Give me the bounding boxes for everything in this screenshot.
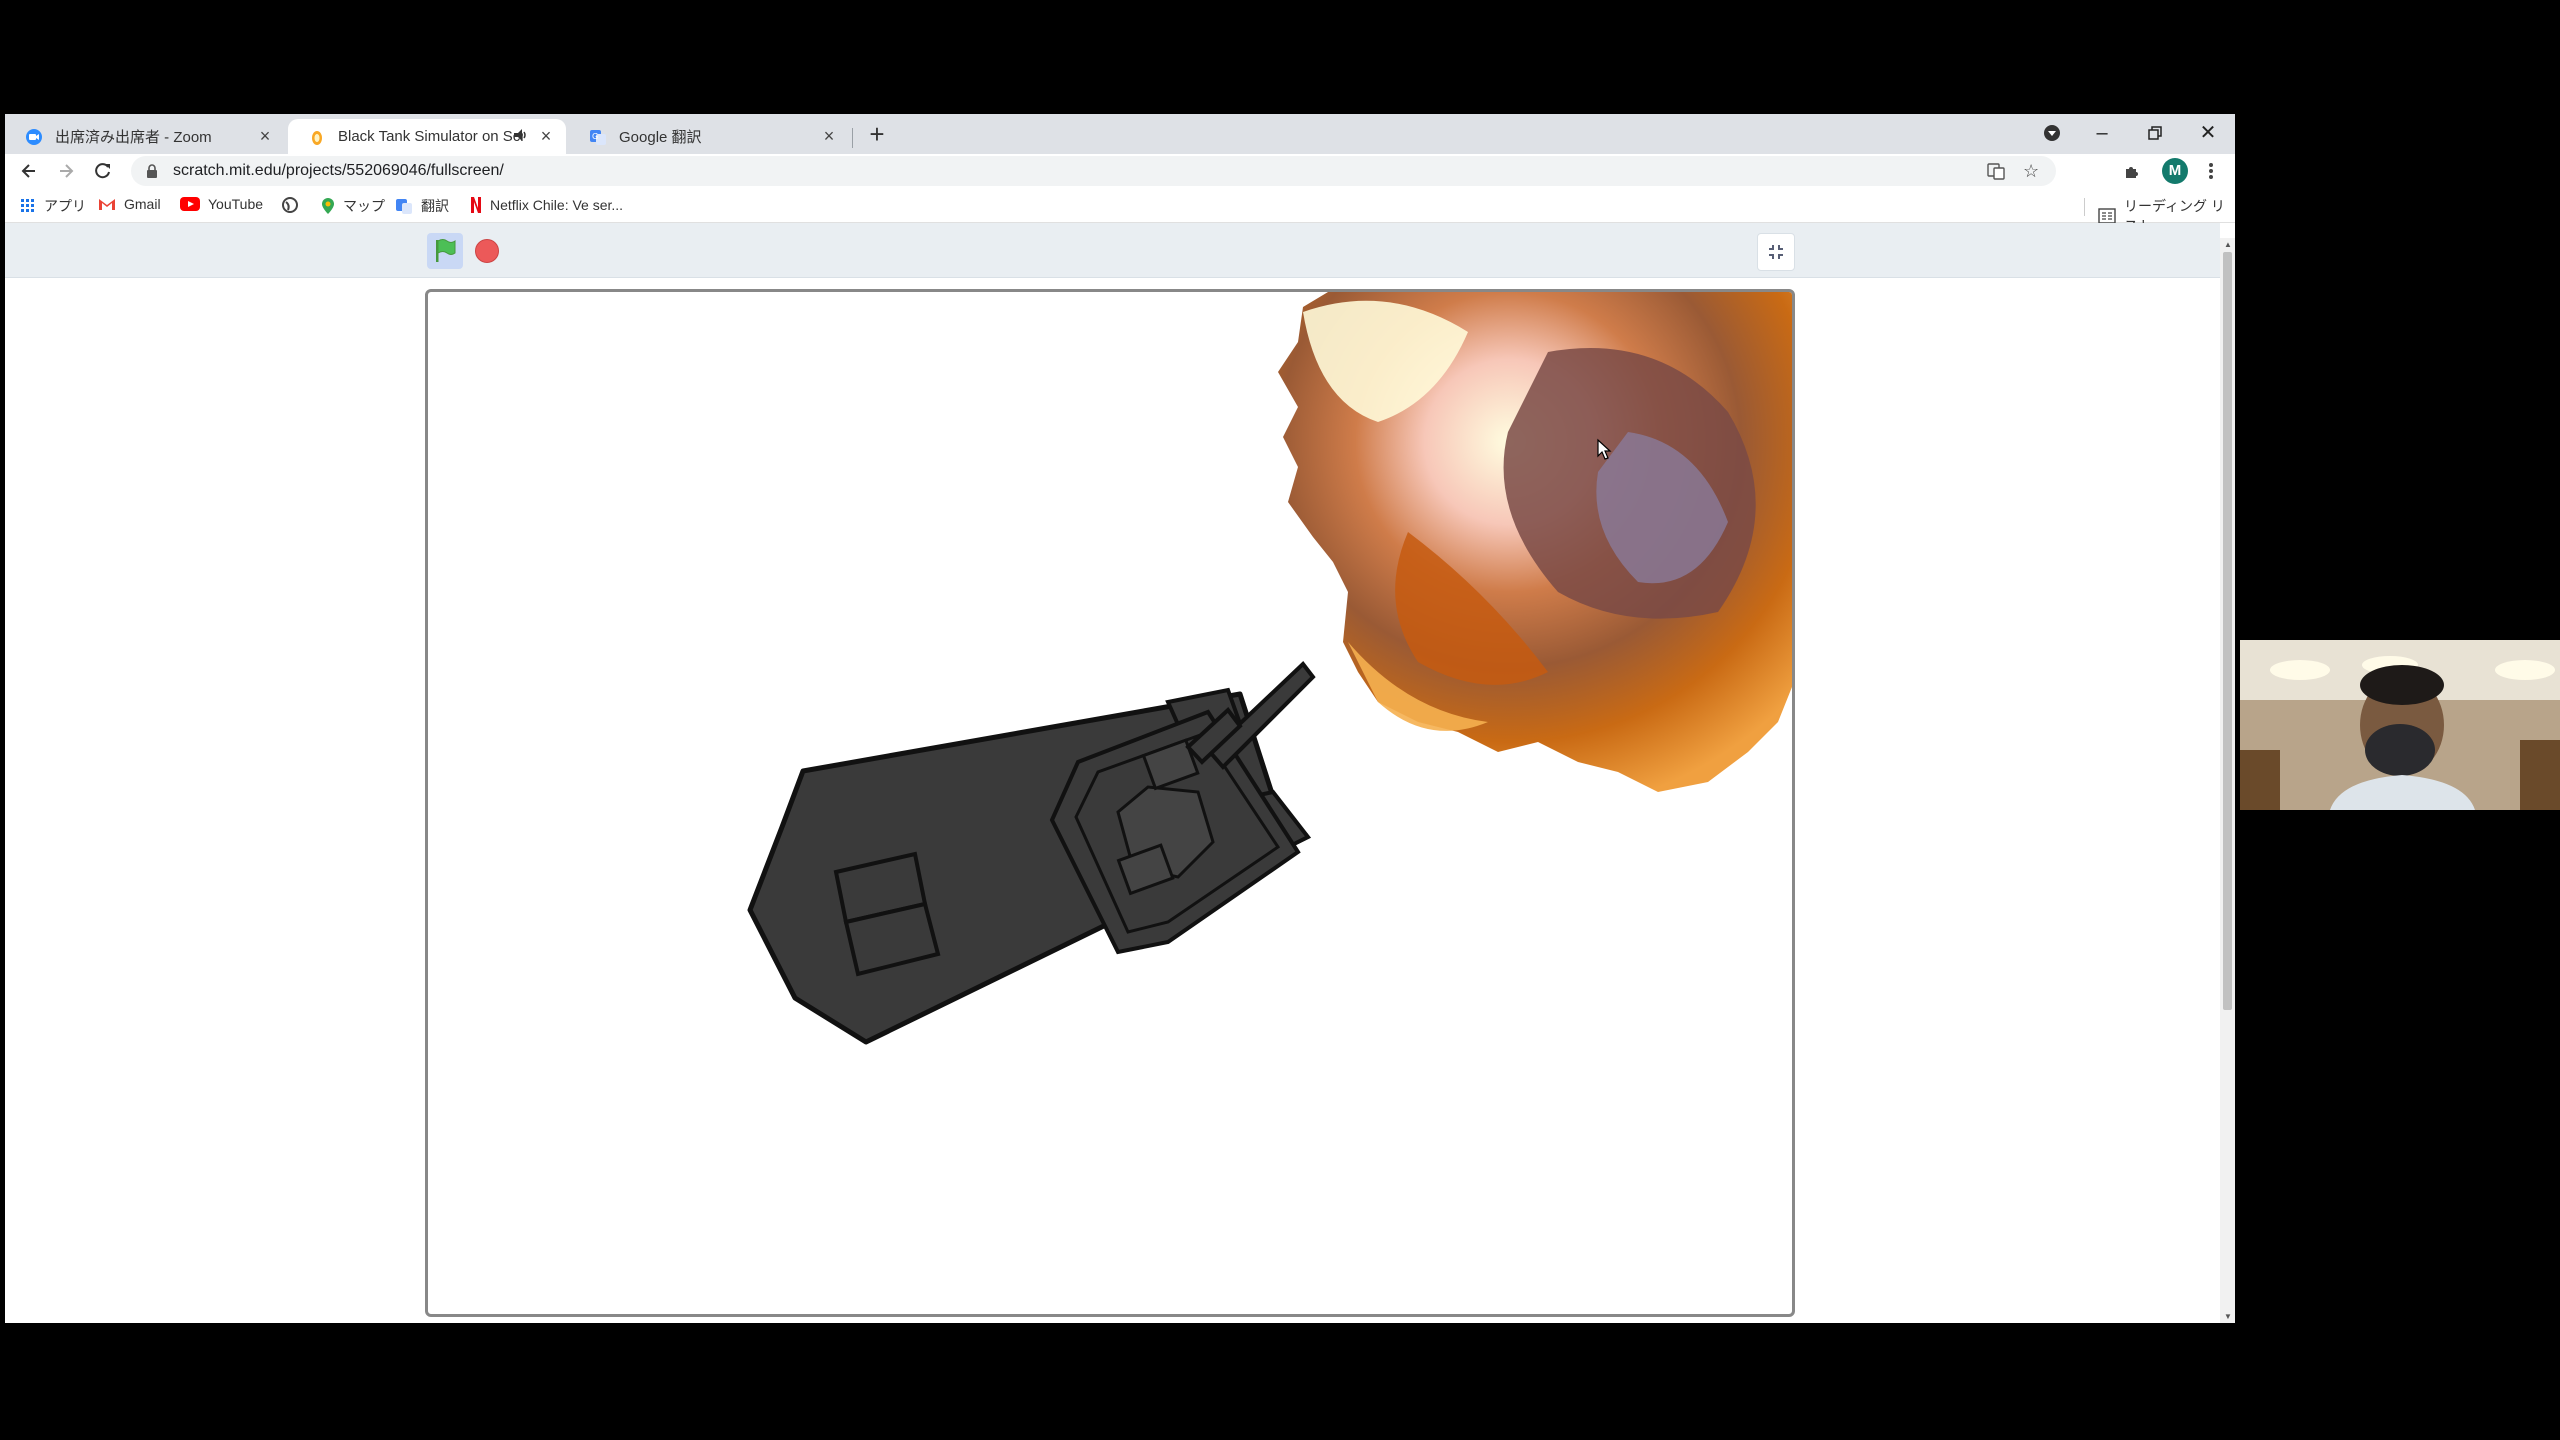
zoom-icon [25, 128, 43, 146]
black-tank-sprite [747, 661, 1316, 1045]
lock-icon[interactable] [145, 163, 159, 184]
tab-title: 出席済み出席者 - Zoom [55, 129, 212, 146]
tab-search-button[interactable] [2035, 118, 2069, 148]
close-tab-icon[interactable]: × [819, 126, 839, 146]
scrollbar-thumb[interactable] [2223, 252, 2232, 1010]
bookmarks-divider [2084, 198, 2085, 216]
exit-fullscreen-button[interactable] [1757, 233, 1795, 271]
close-tab-icon[interactable]: × [255, 126, 275, 146]
maps-pin-icon [321, 197, 335, 215]
bookmark-label: 翻訳 [421, 198, 449, 214]
youtube-icon [180, 197, 200, 211]
bookmark-globe[interactable] [281, 196, 307, 214]
bookmark-label: マップ [343, 198, 385, 214]
tab-title: Black Tank Simulator on Scra [338, 128, 523, 145]
forward-button[interactable] [52, 157, 80, 185]
close-window-button[interactable]: ✕ [2191, 118, 2225, 148]
new-tab-button[interactable]: + [863, 121, 891, 149]
bookmark-translate[interactable]: 翻訳 [395, 196, 449, 216]
profile-avatar[interactable]: M [2162, 158, 2188, 184]
browser-window: 出席済み出席者 - Zoom × Black Tank Simulator on… [5, 114, 2235, 1323]
green-flag-icon [436, 239, 456, 262]
restore-button[interactable] [2138, 118, 2172, 148]
svg-text:G: G [592, 132, 598, 141]
scratch-icon [308, 128, 326, 146]
exit-fullscreen-icon [1769, 245, 1783, 259]
tab-strip: 出席済み出席者 - Zoom × Black Tank Simulator on… [5, 114, 2235, 154]
bookmark-label: Gmail [124, 196, 161, 212]
close-tab-icon[interactable]: × [536, 126, 556, 146]
stop-button[interactable] [475, 239, 499, 263]
netflix-icon [470, 196, 482, 214]
participant-video-image [2240, 640, 2560, 810]
back-button[interactable] [15, 157, 43, 185]
scroll-up-arrow-icon[interactable]: ▲ [2224, 240, 2232, 249]
tab-zoom[interactable]: 出席済み出席者 - Zoom × [5, 119, 285, 154]
speaker-icon[interactable] [512, 127, 528, 147]
menu-kebab-icon[interactable] [2197, 157, 2225, 185]
globe-icon [281, 196, 299, 214]
bookmarks-bar: アプリ Gmail YouTube マップ 翻訳 Netflix Chile: … [5, 188, 2235, 234]
tab-scratch[interactable]: Black Tank Simulator on Scra × [288, 119, 566, 154]
page-scrollbar[interactable]: ▲ ▼ [2220, 238, 2235, 1323]
scroll-down-arrow-icon[interactable]: ▼ [2224, 1312, 2232, 1321]
bookmark-star-icon[interactable]: ☆ [2023, 161, 2039, 182]
translate-icon [395, 197, 413, 215]
scratch-stage[interactable] [425, 289, 1795, 1317]
bookmark-label: YouTube [208, 196, 264, 212]
bookmark-youtube[interactable]: YouTube [180, 196, 263, 212]
bookmark-label: Netflix Chile: Ve ser... [490, 197, 624, 213]
url-text: scratch.mit.edu/projects/552069046/fulls… [173, 162, 504, 179]
apps-grid-icon [20, 198, 36, 214]
address-bar[interactable]: scratch.mit.edu/projects/552069046/fulls… [131, 156, 2056, 186]
tab-title: Google 翻訳 [619, 129, 702, 146]
tab-google-translate[interactable]: G Google 翻訳 × [569, 119, 849, 154]
minimize-button[interactable]: – [2085, 118, 2119, 148]
reading-list-icon [2098, 208, 2116, 224]
browser-toolbar: scratch.mit.edu/projects/552069046/fulls… [5, 154, 2235, 188]
tab-separator [852, 128, 853, 148]
explosion-sprite [1278, 292, 1792, 792]
translate-page-icon[interactable] [1987, 162, 2005, 185]
bookmark-netflix[interactable]: Netflix Chile: Ve ser... [470, 196, 623, 214]
reload-button[interactable] [89, 157, 117, 185]
bookmark-maps[interactable]: マップ [321, 196, 385, 216]
stage-canvas[interactable] [428, 292, 1792, 1314]
extensions-icon[interactable] [2118, 157, 2146, 185]
zoom-video-thumbnail[interactable] [2240, 640, 2560, 810]
bookmark-apps[interactable]: アプリ [20, 196, 86, 216]
scratch-controls-bar [5, 223, 2220, 278]
green-flag-button[interactable] [427, 233, 463, 269]
gmail-icon [98, 197, 116, 211]
bookmark-label: アプリ [44, 198, 86, 214]
bookmark-gmail[interactable]: Gmail [98, 196, 161, 212]
translate-icon: G [589, 128, 607, 146]
